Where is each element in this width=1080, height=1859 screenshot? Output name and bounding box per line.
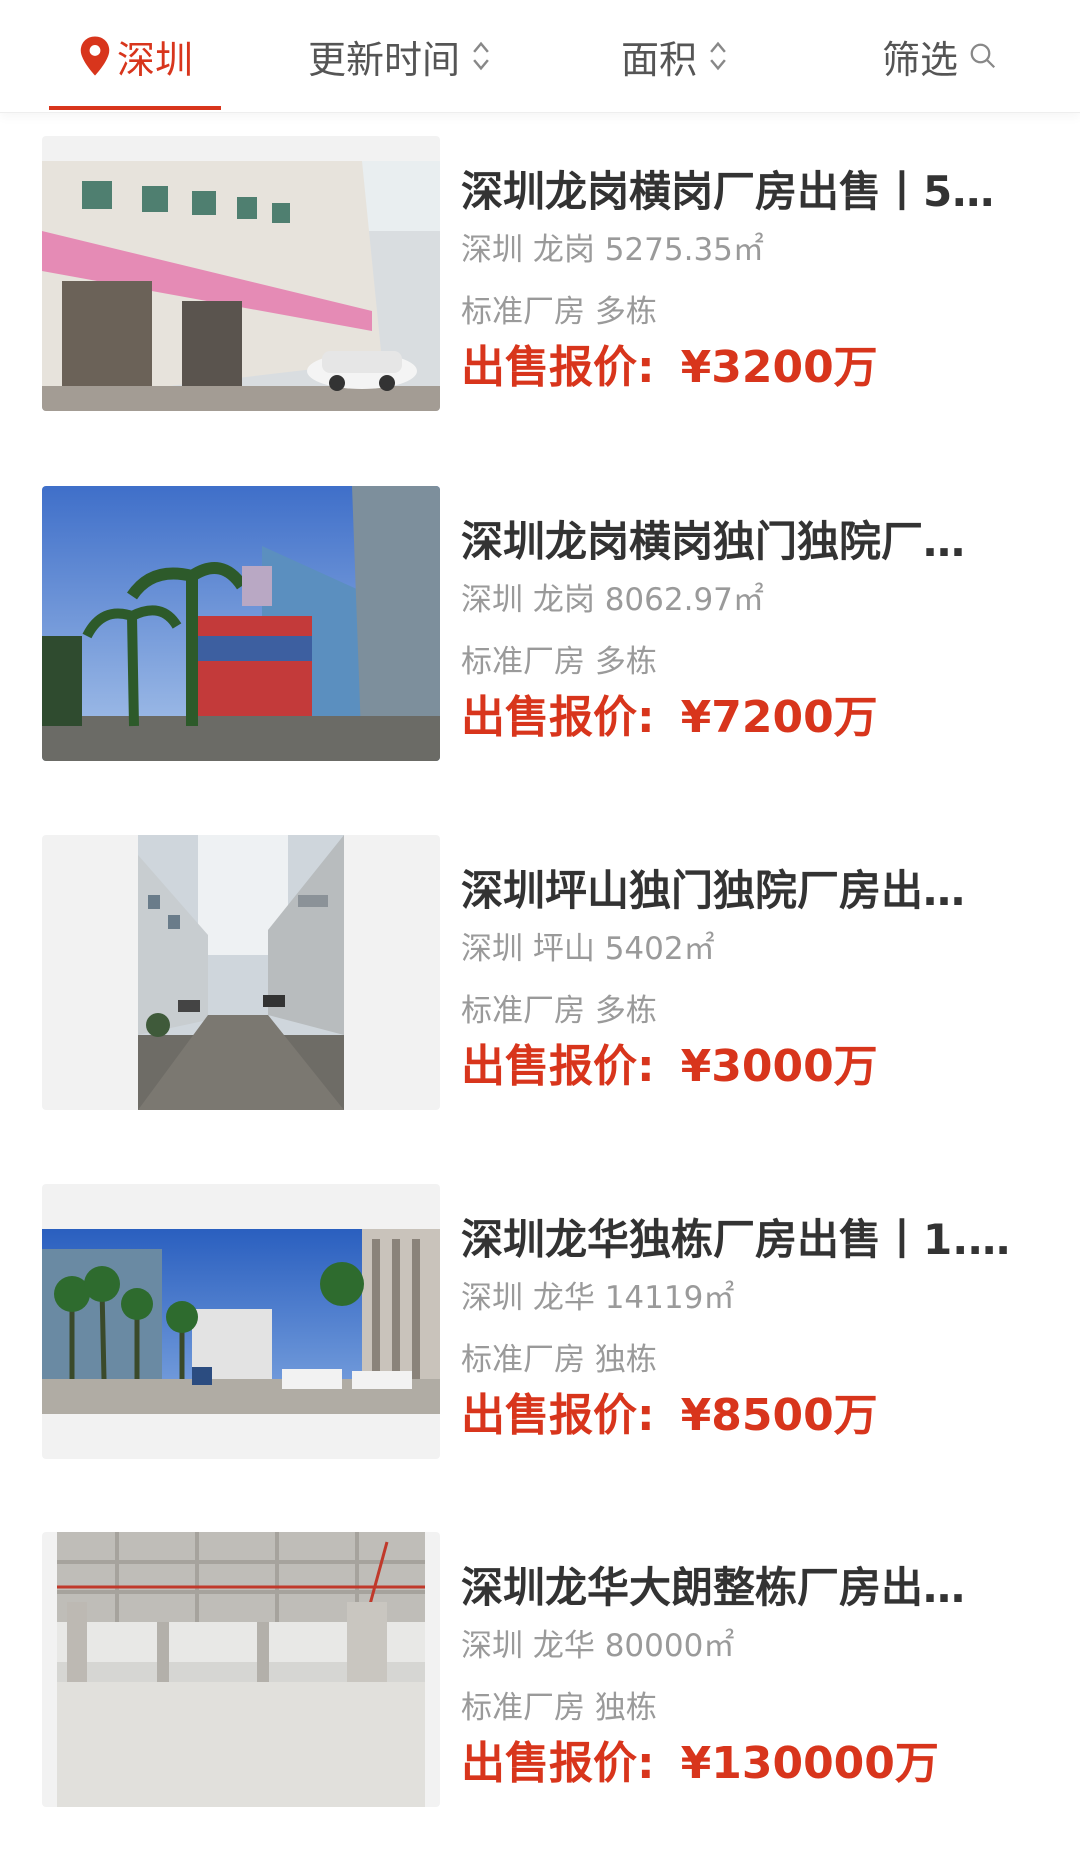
price-value: ¥8500万: [680, 1390, 878, 1441]
search-icon: [970, 43, 996, 69]
listing-thumbnail[interactable]: [42, 1532, 440, 1807]
listing-card[interactable]: 深圳龙岗横岗独门独院厂… 深圳 龙岗 8062.97㎡ 标准厂房 多栋 出售报价…: [0, 486, 1080, 786]
listing-tags: 标准厂房 多栋: [461, 644, 657, 680]
factory-photo: [57, 1532, 425, 1807]
listing-price: 出售报价: ¥3200万: [461, 331, 1061, 395]
sort-arrows-icon: [710, 41, 726, 71]
listing-location: 深圳 龙华 80000㎡: [461, 1628, 735, 1664]
city-filter-label: 深圳: [116, 37, 193, 82]
factory-photo: [42, 486, 440, 761]
listing-thumbnail[interactable]: [42, 835, 440, 1110]
sort-area-tab[interactable]: 面积: [600, 0, 750, 112]
listing-location: 深圳 龙岗 8062.97㎡: [461, 582, 764, 618]
price-value: ¥130000万: [680, 1738, 939, 1789]
listing-tags: 标准厂房 独栋: [461, 1690, 657, 1726]
listing-title[interactable]: 深圳龙华大朗整栋厂房出…: [461, 1554, 1041, 1615]
listing-card[interactable]: 深圳龙岗横岗厂房出售丨5… 深圳 龙岗 5275.35㎡ 标准厂房 多栋 出售报…: [0, 136, 1080, 436]
listing-tags: 标准厂房 多栋: [461, 993, 657, 1029]
active-tab-indicator: [49, 106, 221, 110]
city-filter-tab[interactable]: 深圳: [49, 0, 221, 112]
listing-location: 深圳 龙华 14119㎡: [461, 1280, 735, 1316]
price-label: 出售报价:: [461, 342, 655, 393]
listing-location: 深圳 坪山 5402㎡: [461, 931, 715, 967]
listing-title[interactable]: 深圳龙岗横岗厂房出售丨5…: [461, 158, 1041, 219]
factory-photo: [42, 1229, 440, 1414]
sort-updated-tab[interactable]: 更新时间: [290, 0, 510, 112]
price-value: ¥3200万: [680, 342, 878, 393]
filter-tab[interactable]: 筛选: [870, 0, 1010, 112]
listing-location: 深圳 龙岗 5275.35㎡: [461, 232, 764, 268]
location-pin-icon: [80, 36, 110, 76]
listing-price: 出售报价: ¥130000万: [461, 1727, 1061, 1791]
price-label: 出售报价:: [461, 1390, 655, 1441]
listing-thumbnail[interactable]: [42, 486, 440, 761]
listing-tags: 标准厂房 多栋: [461, 294, 657, 330]
filter-bar: 深圳 更新时间 面积 筛选: [0, 0, 1080, 113]
price-label: 出售报价:: [461, 692, 655, 743]
listing-title[interactable]: 深圳坪山独门独院厂房出…: [461, 857, 1041, 918]
filter-label: 筛选: [881, 37, 958, 82]
listing-tags: 标准厂房 独栋: [461, 1342, 657, 1378]
factory-photo: [42, 161, 440, 411]
factory-photo: [138, 835, 344, 1110]
price-label: 出售报价:: [461, 1738, 655, 1789]
listing-title[interactable]: 深圳龙岗横岗独门独院厂…: [461, 508, 1041, 569]
price-value: ¥3000万: [680, 1041, 878, 1092]
listing-thumbnail[interactable]: [42, 1184, 440, 1459]
listing-card[interactable]: 深圳坪山独门独院厂房出… 深圳 坪山 5402㎡ 标准厂房 多栋 出售报价: ¥3…: [0, 835, 1080, 1135]
listing-price: 出售报价: ¥8500万: [461, 1379, 1061, 1443]
listing-thumbnail[interactable]: [42, 136, 440, 411]
listing-price: 出售报价: ¥3000万: [461, 1030, 1061, 1094]
sort-arrows-icon: [473, 41, 489, 71]
sort-area-label: 面积: [620, 37, 697, 82]
price-label: 出售报价:: [461, 1041, 655, 1092]
listing-price: 出售报价: ¥7200万: [461, 681, 1061, 745]
sort-updated-label: 更新时间: [307, 37, 460, 82]
listing-title[interactable]: 深圳龙华独栋厂房出售丨1.…: [461, 1206, 1041, 1267]
price-value: ¥7200万: [680, 692, 878, 743]
listing-card[interactable]: 深圳龙华大朗整栋厂房出… 深圳 龙华 80000㎡ 标准厂房 独栋 出售报价: ¥…: [0, 1532, 1080, 1832]
listing-card[interactable]: 深圳龙华独栋厂房出售丨1.… 深圳 龙华 14119㎡ 标准厂房 独栋 出售报价…: [0, 1184, 1080, 1484]
